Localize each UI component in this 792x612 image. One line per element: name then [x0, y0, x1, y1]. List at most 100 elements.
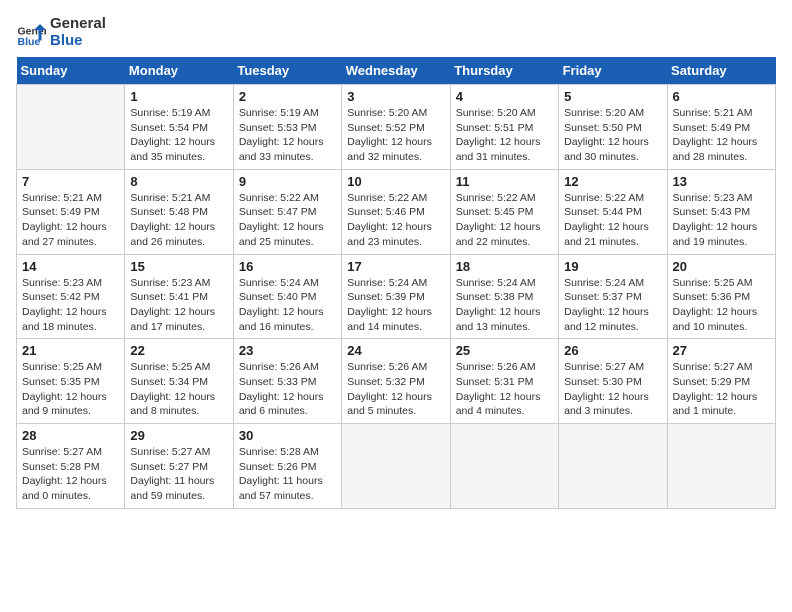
day-info: Sunrise: 5:21 AM Sunset: 5:49 PM Dayligh… — [673, 106, 770, 165]
day-number: 25 — [456, 343, 553, 358]
day-info: Sunrise: 5:23 AM Sunset: 5:42 PM Dayligh… — [22, 276, 119, 335]
day-number: 29 — [130, 428, 227, 443]
day-info: Sunrise: 5:26 AM Sunset: 5:32 PM Dayligh… — [347, 360, 444, 419]
calendar-cell: 30 Sunrise: 5:28 AM Sunset: 5:26 PM Dayli… — [233, 424, 341, 509]
day-number: 24 — [347, 343, 444, 358]
calendar-cell — [342, 424, 450, 509]
calendar-cell: 27 Sunrise: 5:27 AM Sunset: 5:29 PM Dayli… — [667, 339, 775, 424]
day-number: 16 — [239, 259, 336, 274]
day-number: 26 — [564, 343, 661, 358]
calendar-week-1: 1Sunrise: 5:19 AM Sunset: 5:54 PM Daylig… — [17, 85, 776, 170]
day-info: Sunrise: 5:22 AM Sunset: 5:47 PM Dayligh… — [239, 191, 336, 250]
weekday-header-sunday: Sunday — [17, 57, 125, 85]
day-number: 17 — [347, 259, 444, 274]
day-number: 27 — [673, 343, 770, 358]
calendar-cell: 21 Sunrise: 5:25 AM Sunset: 5:35 PM Dayli… — [17, 339, 125, 424]
day-number: 11 — [456, 174, 553, 189]
day-number: 30 — [239, 428, 336, 443]
day-number: 14 — [22, 259, 119, 274]
calendar-cell: 20Sunrise: 5:25 AM Sunset: 5:36 PM Dayli… — [667, 254, 775, 339]
day-info: Sunrise: 5:26 AM Sunset: 5:31 PM Dayligh… — [456, 360, 553, 419]
day-number: 10 — [347, 174, 444, 189]
day-number: 7 — [22, 174, 119, 189]
calendar-cell: 28Sunrise: 5:27 AM Sunset: 5:28 PM Dayli… — [17, 424, 125, 509]
calendar-cell: 17 Sunrise: 5:24 AM Sunset: 5:39 PM Dayli… — [342, 254, 450, 339]
day-info: Sunrise: 5:27 AM Sunset: 5:27 PM Dayligh… — [130, 445, 227, 504]
calendar-cell: 6Sunrise: 5:21 AM Sunset: 5:49 PM Daylig… — [667, 85, 775, 170]
day-info: Sunrise: 5:24 AM Sunset: 5:38 PM Dayligh… — [456, 276, 553, 335]
day-info: Sunrise: 5:22 AM Sunset: 5:44 PM Dayligh… — [564, 191, 661, 250]
calendar-week-3: 14 Sunrise: 5:23 AM Sunset: 5:42 PM Dayli… — [17, 254, 776, 339]
weekday-header-thursday: Thursday — [450, 57, 558, 85]
logo: General Blue General Blue — [16, 16, 106, 49]
day-info: Sunrise: 5:24 AM Sunset: 5:40 PM Dayligh… — [239, 276, 336, 335]
calendar-week-5: 28Sunrise: 5:27 AM Sunset: 5:28 PM Dayli… — [17, 424, 776, 509]
day-info: Sunrise: 5:23 AM Sunset: 5:43 PM Dayligh… — [673, 191, 770, 250]
day-info: Sunrise: 5:21 AM Sunset: 5:49 PM Dayligh… — [22, 191, 119, 250]
day-number: 13 — [673, 174, 770, 189]
calendar-week-4: 21 Sunrise: 5:25 AM Sunset: 5:35 PM Dayli… — [17, 339, 776, 424]
day-info: Sunrise: 5:20 AM Sunset: 5:50 PM Dayligh… — [564, 106, 661, 165]
header: General Blue General Blue — [16, 16, 776, 49]
day-number: 3 — [347, 89, 444, 104]
day-info: Sunrise: 5:20 AM Sunset: 5:51 PM Dayligh… — [456, 106, 553, 165]
calendar-cell: 5 Sunrise: 5:20 AM Sunset: 5:50 PM Daylig… — [559, 85, 667, 170]
calendar-cell: 16 Sunrise: 5:24 AM Sunset: 5:40 PM Dayli… — [233, 254, 341, 339]
day-info: Sunrise: 5:19 AM Sunset: 5:53 PM Dayligh… — [239, 106, 336, 165]
day-number: 15 — [130, 259, 227, 274]
day-number: 21 — [22, 343, 119, 358]
calendar-cell — [559, 424, 667, 509]
day-number: 20 — [673, 259, 770, 274]
day-number: 28 — [22, 428, 119, 443]
calendar-table: SundayMondayTuesdayWednesdayThursdayFrid… — [16, 57, 776, 509]
calendar-cell: 14 Sunrise: 5:23 AM Sunset: 5:42 PM Dayli… — [17, 254, 125, 339]
calendar-cell — [17, 85, 125, 170]
day-number: 8 — [130, 174, 227, 189]
calendar-cell: 2 Sunrise: 5:19 AM Sunset: 5:53 PM Daylig… — [233, 85, 341, 170]
calendar-cell: 18 Sunrise: 5:24 AM Sunset: 5:38 PM Dayli… — [450, 254, 558, 339]
svg-text:Blue: Blue — [18, 36, 41, 48]
day-number: 22 — [130, 343, 227, 358]
weekday-header-wednesday: Wednesday — [342, 57, 450, 85]
day-number: 19 — [564, 259, 661, 274]
weekday-header-tuesday: Tuesday — [233, 57, 341, 85]
calendar-cell: 25 Sunrise: 5:26 AM Sunset: 5:31 PM Dayli… — [450, 339, 558, 424]
day-info: Sunrise: 5:21 AM Sunset: 5:48 PM Dayligh… — [130, 191, 227, 250]
day-info: Sunrise: 5:24 AM Sunset: 5:37 PM Dayligh… — [564, 276, 661, 335]
calendar-cell: 11 Sunrise: 5:22 AM Sunset: 5:45 PM Dayli… — [450, 169, 558, 254]
calendar-cell: 12 Sunrise: 5:22 AM Sunset: 5:44 PM Dayli… — [559, 169, 667, 254]
day-info: Sunrise: 5:22 AM Sunset: 5:46 PM Dayligh… — [347, 191, 444, 250]
day-info: Sunrise: 5:24 AM Sunset: 5:39 PM Dayligh… — [347, 276, 444, 335]
day-number: 18 — [456, 259, 553, 274]
calendar-cell: 13 Sunrise: 5:23 AM Sunset: 5:43 PM Dayli… — [667, 169, 775, 254]
day-info: Sunrise: 5:25 AM Sunset: 5:34 PM Dayligh… — [130, 360, 227, 419]
calendar-cell: 22 Sunrise: 5:25 AM Sunset: 5:34 PM Dayli… — [125, 339, 233, 424]
calendar-cell: 24 Sunrise: 5:26 AM Sunset: 5:32 PM Dayli… — [342, 339, 450, 424]
day-info: Sunrise: 5:25 AM Sunset: 5:35 PM Dayligh… — [22, 360, 119, 419]
calendar-cell: 8 Sunrise: 5:21 AM Sunset: 5:48 PM Daylig… — [125, 169, 233, 254]
logo-icon: General Blue — [16, 18, 46, 48]
day-info: Sunrise: 5:26 AM Sunset: 5:33 PM Dayligh… — [239, 360, 336, 419]
day-info: Sunrise: 5:28 AM Sunset: 5:26 PM Dayligh… — [239, 445, 336, 504]
calendar-cell — [667, 424, 775, 509]
weekday-header-saturday: Saturday — [667, 57, 775, 85]
day-info: Sunrise: 5:22 AM Sunset: 5:45 PM Dayligh… — [456, 191, 553, 250]
day-number: 9 — [239, 174, 336, 189]
calendar-cell: 7 Sunrise: 5:21 AM Sunset: 5:49 PM Daylig… — [17, 169, 125, 254]
day-info: Sunrise: 5:27 AM Sunset: 5:29 PM Dayligh… — [673, 360, 770, 419]
day-number: 2 — [239, 89, 336, 104]
day-info: Sunrise: 5:27 AM Sunset: 5:30 PM Dayligh… — [564, 360, 661, 419]
calendar-cell: 26 Sunrise: 5:27 AM Sunset: 5:30 PM Dayli… — [559, 339, 667, 424]
day-number: 5 — [564, 89, 661, 104]
calendar-cell: 4 Sunrise: 5:20 AM Sunset: 5:51 PM Daylig… — [450, 85, 558, 170]
calendar-cell: 29 Sunrise: 5:27 AM Sunset: 5:27 PM Dayli… — [125, 424, 233, 509]
calendar-cell: 23 Sunrise: 5:26 AM Sunset: 5:33 PM Dayli… — [233, 339, 341, 424]
weekday-header-friday: Friday — [559, 57, 667, 85]
day-number: 12 — [564, 174, 661, 189]
day-info: Sunrise: 5:20 AM Sunset: 5:52 PM Dayligh… — [347, 106, 444, 165]
day-info: Sunrise: 5:19 AM Sunset: 5:54 PM Dayligh… — [130, 106, 227, 165]
day-number: 4 — [456, 89, 553, 104]
calendar-week-2: 7 Sunrise: 5:21 AM Sunset: 5:49 PM Daylig… — [17, 169, 776, 254]
day-number: 23 — [239, 343, 336, 358]
calendar-cell: 15Sunrise: 5:23 AM Sunset: 5:41 PM Dayli… — [125, 254, 233, 339]
